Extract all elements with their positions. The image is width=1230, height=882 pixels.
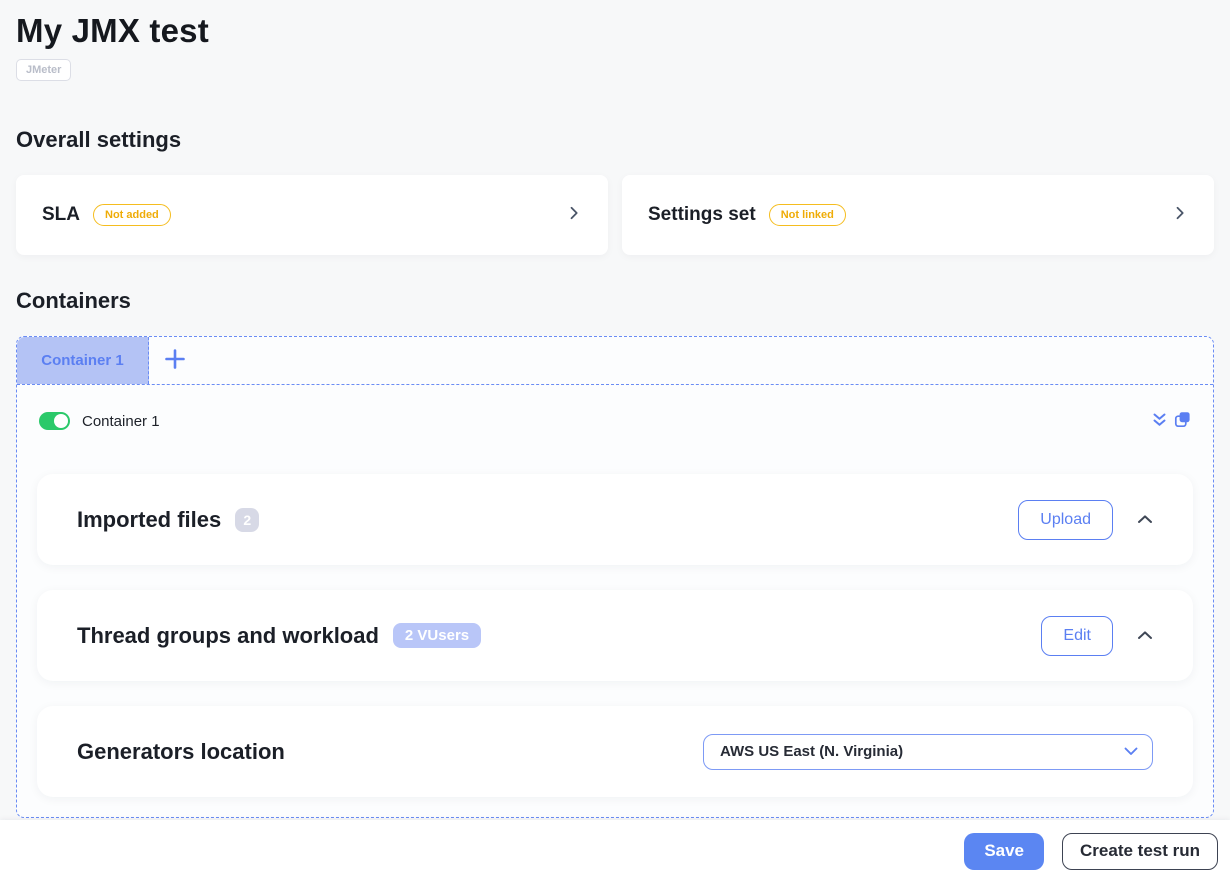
sla-status-badge: Not added (93, 204, 171, 226)
sla-label: SLA (42, 204, 80, 226)
test-type-badge: JMeter (16, 59, 71, 81)
duplicate-container-button[interactable] (1174, 411, 1191, 431)
generators-location-value: AWS US East (N. Virginia) (720, 743, 903, 760)
upload-button[interactable]: Upload (1018, 500, 1113, 540)
imported-files-card: Imported files 2 Upload (37, 474, 1193, 565)
settings-set-status-badge: Not linked (769, 204, 846, 226)
vusers-badge: 2 VUsers (393, 623, 481, 648)
container-name-label: Container 1 (82, 413, 160, 430)
chevron-up-icon (1137, 512, 1153, 527)
chevron-up-icon (1137, 628, 1153, 643)
containers-heading: Containers (16, 288, 1214, 314)
container-header-row: Container 1 (17, 385, 1213, 431)
plus-icon (163, 347, 187, 374)
toggle-knob (54, 414, 68, 428)
tab-container-1[interactable]: Container 1 (17, 337, 149, 384)
chevron-right-icon (566, 205, 582, 226)
generators-location-card: Generators location AWS US East (N. Virg… (37, 706, 1193, 797)
container-tab-strip: Container 1 (17, 337, 1213, 385)
sla-card[interactable]: SLA Not added (16, 175, 608, 255)
thread-groups-card: Thread groups and workload 2 VUsers Edit (37, 590, 1193, 681)
edit-button[interactable]: Edit (1041, 616, 1113, 656)
imported-files-title: Imported files (77, 507, 221, 533)
create-test-run-button[interactable]: Create test run (1062, 833, 1218, 870)
chevron-right-icon (1172, 205, 1188, 226)
generators-location-select[interactable]: AWS US East (N. Virginia) (703, 734, 1153, 770)
containers-panel: Container 1 Container 1 (16, 336, 1214, 818)
thread-groups-title: Thread groups and workload (77, 623, 379, 649)
add-container-button[interactable] (149, 337, 201, 384)
double-chevron-down-icon (1152, 412, 1167, 431)
overall-settings-heading: Overall settings (16, 127, 1214, 153)
test-editor-page: My JMX test JMeter Overall settings SLA … (0, 0, 1230, 818)
copy-icon (1174, 411, 1191, 431)
overall-settings-cards: SLA Not added Settings set Not linked (16, 175, 1214, 255)
container-enabled-toggle[interactable] (39, 412, 70, 430)
imported-files-collapse-button[interactable] (1137, 512, 1153, 527)
page-title: My JMX test (16, 12, 1214, 50)
save-button[interactable]: Save (964, 833, 1044, 870)
tab-container-1-label: Container 1 (41, 352, 124, 369)
imported-files-count-badge: 2 (235, 508, 259, 532)
thread-groups-collapse-button[interactable] (1137, 628, 1153, 643)
settings-set-label: Settings set (648, 204, 756, 226)
chevron-down-icon (1124, 743, 1138, 761)
generators-location-title: Generators location (77, 739, 285, 765)
collapse-all-button[interactable] (1152, 412, 1167, 431)
settings-set-card[interactable]: Settings set Not linked (622, 175, 1214, 255)
footer-action-bar: Save Create test run (0, 820, 1230, 882)
